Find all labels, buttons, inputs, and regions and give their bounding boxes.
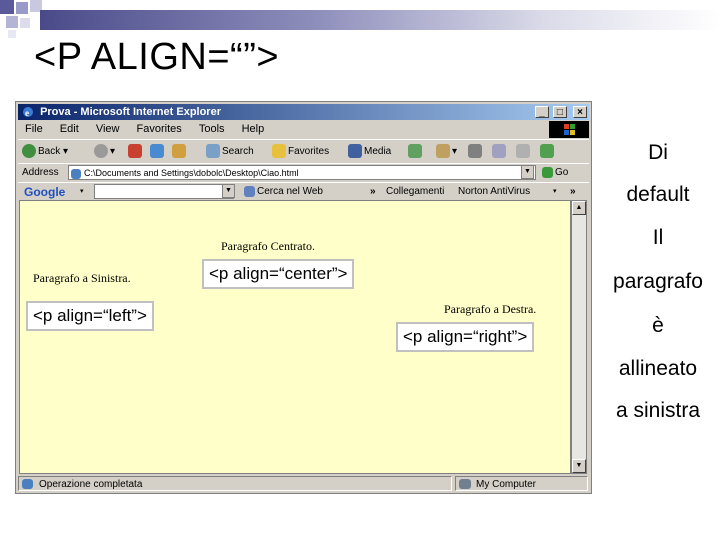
google-logo[interactable]: Google [24,183,65,201]
media-button[interactable]: Media [348,140,391,163]
refresh-button[interactable] [150,140,166,163]
note-line-6: allineato [618,357,698,380]
page-icon [71,168,81,179]
go-label: Go [555,167,569,178]
window-titlebar[interactable]: e Prova - Microsoft Internet Explorer _ … [18,104,589,120]
toolbar-chevron-icon[interactable]: » [570,183,576,201]
norton-dropdown[interactable]: ▾ [553,183,557,201]
callout-center: <p align=“center”> [202,259,355,289]
history-button[interactable] [408,140,424,163]
note-line-3: Il [652,226,664,249]
address-dropdown[interactable]: ▼ [521,165,534,179]
forward-button[interactable]: ▾ [94,140,115,163]
note-line-2: default [626,183,690,206]
search-web-icon [244,185,255,197]
search-icon [206,144,220,159]
search-button[interactable]: Search [206,140,254,163]
menu-file[interactable]: File [25,123,43,135]
search-web-label: Cerca nel Web [257,186,323,197]
callout-left: <p align=“left”> [26,301,154,331]
menu-view[interactable]: View [96,123,120,135]
messenger-button[interactable] [540,140,556,163]
forward-arrow-icon [94,144,108,159]
media-label: Media [364,146,392,157]
maximize-button[interactable]: □ [552,106,567,118]
google-toolbar: Google ▾ ▼ Cerca nel Web » Collegamenti … [18,182,589,201]
scroll-up-button[interactable]: ▲ [572,201,586,215]
svg-text:e: e [25,108,29,118]
favorites-star-icon [272,144,286,159]
windows-logo-icon [549,121,589,138]
note-line-7: a sinistra [615,399,701,422]
history-icon [408,144,422,159]
address-bar: Address C:\Documents and Settings\dobolc… [18,163,589,182]
paragraph-left: Paragrafo a Sinistra. [33,271,131,285]
status-message: Operazione completata [18,476,452,491]
back-label: Back [38,146,61,157]
go-arrow-icon [542,166,553,178]
callout-right: <p align=“right”> [396,322,535,352]
discuss-button[interactable] [516,140,532,163]
menu-edit[interactable]: Edit [60,123,79,135]
scroll-down-button[interactable]: ▼ [572,459,586,473]
google-search-dropdown[interactable]: ▼ [222,184,235,198]
print-icon [468,144,482,159]
address-label: Address [22,167,59,178]
menu-favorites[interactable]: Favorites [137,123,182,135]
my-computer-icon [459,479,471,489]
address-value: C:\Documents and Settings\dobolc\Desktop… [84,168,299,178]
back-button[interactable]: Back ▾ [22,140,68,163]
stop-icon [128,144,142,159]
menu-tools[interactable]: Tools [199,123,225,135]
favorites-label: Favorites [288,146,330,157]
home-icon [172,144,186,159]
note-line-5: è [652,314,664,337]
page-done-icon [22,479,33,489]
edit-icon [492,144,506,159]
mail-button[interactable]: ▾ [436,140,457,163]
google-dropdown[interactable]: ▾ [80,183,84,201]
mail-icon [436,144,450,159]
internet-explorer-icon: e [23,107,33,118]
go-button[interactable]: Go [542,164,568,182]
status-bar: Operazione completata My Computer [18,476,589,492]
browser-window: e Prova - Microsoft Internet Explorer _ … [15,101,592,494]
stop-button[interactable] [128,140,144,163]
print-button[interactable] [468,140,484,163]
more-chevron-icon[interactable]: » [370,183,376,201]
home-button[interactable] [172,140,188,163]
standard-toolbar: Back ▾ ▾ Search Favorites Media ▾ [18,139,589,163]
google-search-input[interactable] [94,184,234,199]
minimize-button[interactable]: _ [534,106,549,118]
close-button[interactable]: × [573,106,587,118]
status-zone: My Computer [455,476,588,491]
slide-decoration [0,0,720,40]
discuss-icon [516,144,530,159]
favorites-button[interactable]: Favorites [272,140,329,163]
paragraph-right: Paragrafo a Destra. [444,302,537,316]
window-title: Prova - Microsoft Internet Explorer [40,106,221,118]
norton-antivirus-button[interactable]: Norton AntiVirus [458,183,530,201]
status-zone-text: My Computer [476,479,537,490]
status-text: Operazione completata [39,479,143,490]
slide-title: <P ALIGN=“”> [34,36,280,78]
note-line-4: paragrafo [613,270,703,293]
search-label: Search [222,146,254,157]
vertical-scrollbar[interactable]: ▲ ▼ [571,200,587,474]
back-arrow-icon [22,144,36,159]
links-button[interactable]: Collegamenti [386,183,444,201]
messenger-icon [540,144,554,159]
media-icon [348,144,362,159]
refresh-icon [150,144,164,159]
google-search-web-button[interactable]: Cerca nel Web [244,183,323,201]
address-input[interactable]: C:\Documents and Settings\dobolc\Desktop… [68,165,536,180]
edit-button[interactable] [492,140,508,163]
menu-help[interactable]: Help [242,123,265,135]
menu-bar: File Edit View Favorites Tools Help [18,121,549,138]
note-line-1: Di [648,141,668,164]
paragraph-centered: Paragrafo Centrato. [221,239,315,253]
